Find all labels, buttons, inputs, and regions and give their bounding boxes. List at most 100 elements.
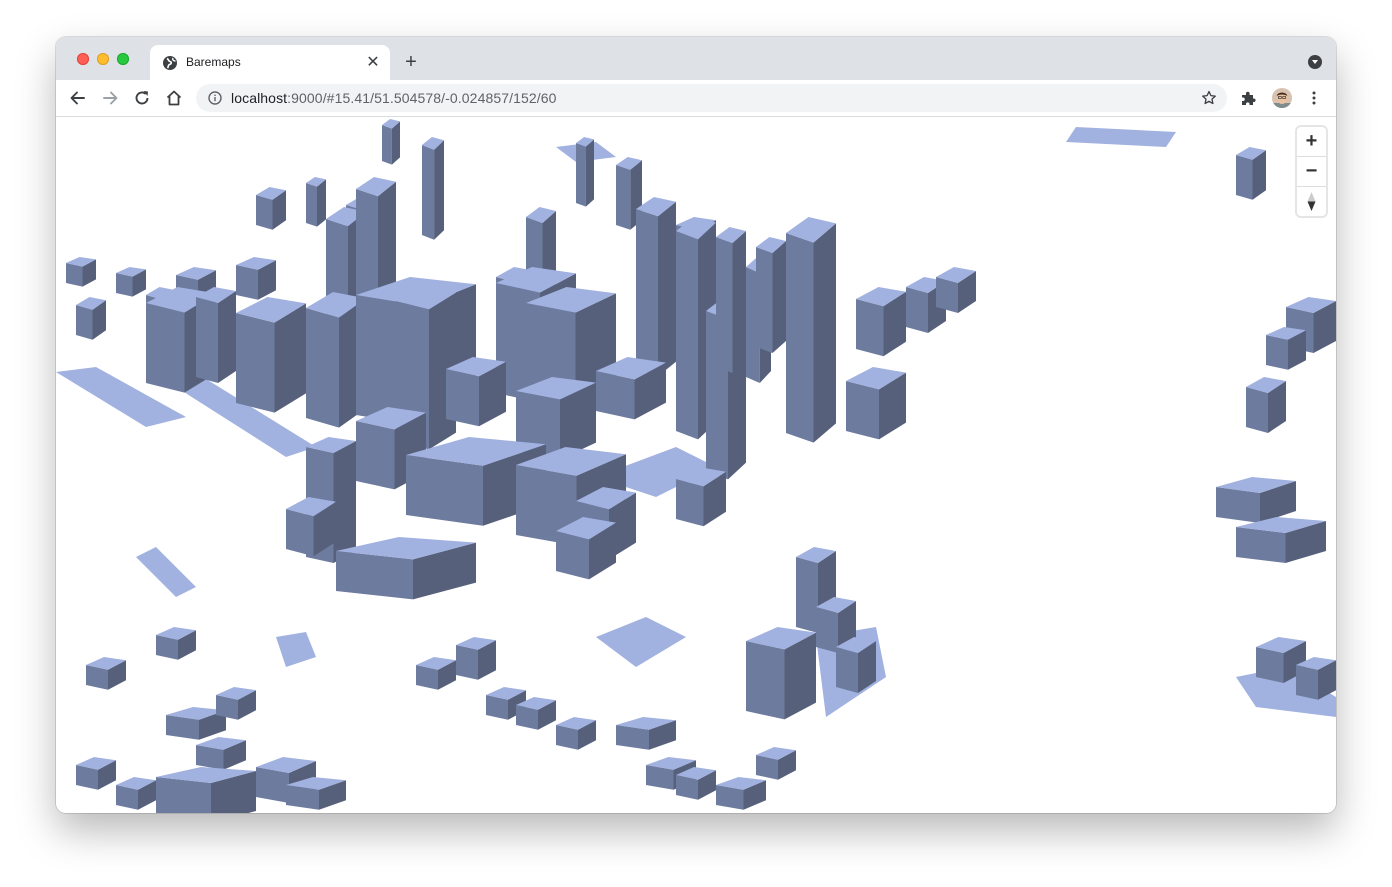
building xyxy=(576,137,594,207)
building-face xyxy=(756,247,773,353)
zoom-out-button[interactable]: − xyxy=(1297,157,1326,187)
address-host: localhost xyxy=(231,90,288,106)
building xyxy=(756,747,796,780)
building xyxy=(1296,657,1336,700)
building-face xyxy=(596,371,635,420)
close-window-button[interactable] xyxy=(77,53,89,65)
puzzle-icon[interactable] xyxy=(1240,90,1257,107)
map-viewport[interactable]: + − xyxy=(56,117,1336,813)
building-face xyxy=(796,557,818,633)
building-face xyxy=(676,231,698,440)
building xyxy=(596,357,666,420)
tab-title: Baremaps xyxy=(186,55,241,69)
building xyxy=(196,737,246,770)
building-face xyxy=(676,479,704,527)
browser-window: Baremaps ✕ + localhost:9000/#15.41/51.50… xyxy=(56,37,1336,813)
building xyxy=(1266,327,1306,370)
info-icon[interactable] xyxy=(208,91,222,105)
building xyxy=(1216,477,1296,523)
building xyxy=(116,267,146,297)
building-face xyxy=(1066,127,1176,147)
building xyxy=(156,627,196,660)
building-face xyxy=(116,273,133,297)
building-face xyxy=(66,263,83,287)
building-face xyxy=(391,121,400,165)
building-face xyxy=(76,305,93,340)
building xyxy=(556,517,616,580)
building-face xyxy=(936,277,958,313)
building-face xyxy=(772,241,786,353)
building xyxy=(676,467,726,527)
zoom-in-button[interactable]: + xyxy=(1297,127,1326,157)
building xyxy=(856,287,906,357)
building-face xyxy=(846,381,879,440)
building-face xyxy=(382,125,392,165)
tab-close-button[interactable]: ✕ xyxy=(364,54,382,72)
building xyxy=(116,777,156,810)
kebab-menu-icon[interactable] xyxy=(1308,90,1320,106)
building-face xyxy=(256,767,289,803)
maximize-window-button[interactable] xyxy=(117,53,129,65)
building-face xyxy=(636,209,658,377)
building xyxy=(846,367,906,440)
building xyxy=(716,227,746,373)
building xyxy=(446,357,506,427)
building xyxy=(1246,377,1286,433)
building-face xyxy=(146,303,185,393)
building xyxy=(616,717,676,750)
building-face xyxy=(306,308,339,428)
building xyxy=(786,217,836,443)
building-face xyxy=(1256,647,1284,683)
minimize-window-button[interactable] xyxy=(97,53,109,65)
building-face xyxy=(333,441,356,563)
tab-baremaps[interactable]: Baremaps ✕ xyxy=(150,45,390,80)
building-face xyxy=(356,421,395,490)
building-face xyxy=(218,291,236,383)
building-face xyxy=(906,287,928,333)
tab-strip: Baremaps ✕ + xyxy=(56,37,1336,80)
building xyxy=(422,137,444,240)
building-face xyxy=(406,455,483,526)
building-face xyxy=(446,369,479,427)
building-face xyxy=(422,145,435,240)
building-face xyxy=(732,231,746,373)
building xyxy=(76,757,116,790)
address-url[interactable]: localhost:9000/#15.41/51.504578/-0.02485… xyxy=(231,91,557,106)
building-face xyxy=(1296,665,1318,700)
forward-arrow-icon[interactable] xyxy=(100,88,120,108)
building-face xyxy=(1246,387,1268,433)
building xyxy=(86,657,126,690)
building xyxy=(256,187,286,230)
new-tab-button[interactable]: + xyxy=(400,51,422,73)
building xyxy=(306,177,326,227)
home-icon[interactable] xyxy=(164,88,184,108)
building xyxy=(556,717,596,750)
building-face xyxy=(596,617,686,667)
building-face xyxy=(196,297,218,383)
back-arrow-icon[interactable] xyxy=(68,88,88,108)
building xyxy=(336,537,476,600)
buildings-3d-map[interactable] xyxy=(56,117,1336,813)
reload-icon[interactable] xyxy=(132,88,152,108)
building xyxy=(636,197,676,377)
tab-search-button[interactable] xyxy=(1308,55,1322,69)
building xyxy=(936,267,976,313)
building xyxy=(196,287,236,383)
profile-avatar[interactable] xyxy=(1272,88,1292,108)
building xyxy=(456,637,496,680)
building xyxy=(76,297,106,340)
building-face xyxy=(236,265,258,300)
building xyxy=(236,297,306,413)
compass-button[interactable] xyxy=(1297,187,1326,216)
address-path: :9000/#15.41/51.504578/-0.024857/152/60 xyxy=(287,90,557,106)
building-face xyxy=(716,237,733,373)
building-face xyxy=(136,547,196,597)
avatar-image xyxy=(1272,88,1292,108)
building xyxy=(66,257,96,287)
building-face xyxy=(1216,487,1260,523)
star-icon[interactable] xyxy=(1201,90,1217,106)
building-face xyxy=(156,777,211,813)
building-face xyxy=(836,647,858,693)
building-face xyxy=(256,195,273,230)
address-bar[interactable]: localhost:9000/#15.41/51.504578/-0.02485… xyxy=(196,84,1227,112)
